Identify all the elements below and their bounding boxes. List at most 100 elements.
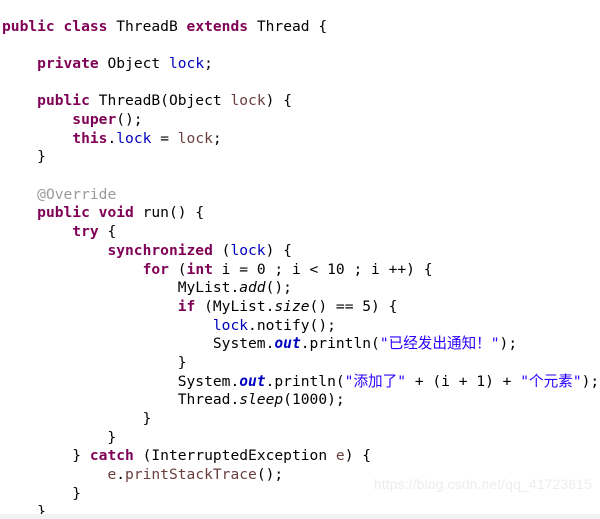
code-token-fld: lock bbox=[212, 316, 249, 334]
code-token-pln bbox=[2, 223, 72, 240]
code-token-pln bbox=[2, 130, 72, 147]
code-token-pln bbox=[90, 204, 99, 221]
code-token-kw: for bbox=[142, 260, 169, 278]
code-token-kw: public bbox=[37, 204, 90, 222]
code-token-pln: ) { bbox=[344, 447, 372, 465]
code-line: public class ThreadB extends Thread { bbox=[2, 18, 600, 37]
code-token-pln: ( bbox=[168, 260, 187, 278]
code-token-pln: () == 5) { bbox=[309, 297, 398, 315]
code-token-pln: { bbox=[98, 223, 117, 241]
code-token-par: printStackTrace bbox=[125, 466, 257, 484]
code-token-pln bbox=[2, 317, 213, 334]
code-token-par: e bbox=[335, 447, 345, 465]
code-token-str: "添加了" bbox=[344, 372, 407, 390]
code-line: } bbox=[2, 354, 600, 373]
code-line: MyList.add(); bbox=[2, 279, 600, 298]
code-line: private Object lock; bbox=[2, 55, 600, 74]
code-token-pln: } bbox=[2, 428, 117, 446]
code-token-mth: sleep bbox=[239, 391, 284, 409]
code-token-kw: this bbox=[72, 129, 108, 147]
code-token-fldb: out bbox=[274, 335, 301, 353]
code-token-kw: catch bbox=[89, 447, 134, 465]
code-token-fld: lock bbox=[230, 241, 266, 259]
code-token-pln: (InterruptedException bbox=[133, 447, 336, 465]
code-token-pln: } bbox=[2, 353, 187, 371]
code-token-pln bbox=[2, 242, 107, 259]
code-token-pln: ( bbox=[212, 241, 231, 259]
code-token-pln: ); bbox=[499, 335, 518, 353]
code-surface: public class ThreadB extends Thread { pr… bbox=[0, 0, 600, 514]
code-token-kw: extends bbox=[186, 17, 249, 35]
code-line: try { bbox=[2, 223, 600, 242]
code-token-pln: .println( bbox=[265, 372, 345, 390]
code-line: } catch (InterruptedException e) { bbox=[2, 447, 600, 466]
code-token-fld: lock bbox=[168, 54, 205, 72]
code-token-pln: System. bbox=[2, 335, 275, 353]
code-token-pln: } bbox=[2, 503, 46, 514]
code-token-pln: .println( bbox=[300, 335, 380, 353]
code-token-pln: .notify(); bbox=[248, 316, 336, 334]
code-token-kw: super bbox=[72, 111, 117, 129]
code-token-pln: } bbox=[2, 410, 152, 428]
code-line: super(); bbox=[2, 111, 600, 130]
code-token-pln bbox=[2, 298, 178, 315]
code-token-pln bbox=[2, 55, 37, 72]
code-line: this.lock = lock; bbox=[2, 130, 600, 149]
code-token-kw: public bbox=[37, 92, 90, 110]
code-line: if (MyList.size() == 5) { bbox=[2, 298, 600, 317]
code-token-pln: System. bbox=[2, 372, 240, 390]
code-token-pln: . bbox=[107, 129, 117, 147]
code-token-pln: Object bbox=[98, 54, 169, 72]
code-token-pln bbox=[2, 466, 107, 483]
code-line: } bbox=[2, 503, 600, 514]
code-token-pln: Thread. bbox=[2, 391, 240, 409]
code-line: } bbox=[2, 485, 600, 504]
code-line: System.out.println("添加了" + (i + 1) + "个元… bbox=[2, 373, 600, 392]
code-token-par: lock bbox=[230, 92, 266, 110]
code-token-pln bbox=[2, 204, 37, 221]
code-token-kw: try bbox=[72, 223, 99, 241]
code-token-fld: lock bbox=[116, 129, 152, 147]
code-line: Thread.sleep(1000); bbox=[2, 391, 600, 410]
code-token-mth: size bbox=[274, 297, 310, 315]
code-line: } bbox=[2, 429, 600, 448]
code-token-kw: if bbox=[177, 297, 196, 315]
code-line: } bbox=[2, 148, 600, 167]
code-token-pln: (); bbox=[256, 466, 284, 484]
code-line: synchronized (lock) { bbox=[2, 242, 600, 261]
code-token-kw: private bbox=[37, 54, 99, 72]
code-token-pln bbox=[2, 186, 37, 203]
code-token-par: lock bbox=[177, 129, 213, 147]
code-token-mth: add bbox=[239, 279, 266, 297]
code-token-pln: ; bbox=[212, 129, 222, 147]
code-token-pln: (); bbox=[265, 279, 292, 297]
code-line: System.out.println("已经发出通知！"); bbox=[2, 335, 600, 354]
code-token-pln bbox=[2, 261, 143, 278]
code-block[interactable]: public class ThreadB extends Thread { pr… bbox=[2, 18, 600, 514]
code-token-pln: ) { bbox=[265, 241, 292, 259]
code-token-pln: } bbox=[2, 447, 90, 465]
code-token-pln bbox=[2, 92, 37, 109]
code-line: public ThreadB(Object lock) { bbox=[2, 92, 600, 111]
code-token-str: "个元素" bbox=[520, 372, 582, 390]
code-token-pln: = bbox=[151, 129, 178, 147]
bottom-strip bbox=[0, 514, 600, 519]
code-token-pln: ThreadB bbox=[107, 17, 187, 35]
code-line: for (int i = 0 ; i < 10 ; i ++) { bbox=[2, 261, 600, 280]
code-token-pln: MyList. bbox=[2, 279, 240, 297]
code-token-pln: ) { bbox=[265, 92, 292, 110]
code-token-pln: . bbox=[116, 466, 126, 484]
code-token-fldb: out bbox=[239, 372, 266, 390]
code-token-pln: } bbox=[2, 484, 82, 502]
code-token-kw: synchronized bbox=[107, 241, 213, 259]
code-token-pln: } bbox=[2, 148, 46, 166]
code-line: } bbox=[2, 410, 600, 429]
code-token-pln: ThreadB(Object bbox=[89, 92, 231, 110]
code-token-kw: void bbox=[98, 204, 134, 222]
code-token-pln: Thread { bbox=[248, 17, 328, 35]
code-token-par: e bbox=[107, 466, 117, 484]
code-line: e.printStackTrace(); bbox=[2, 466, 600, 485]
code-token-kw: int bbox=[186, 260, 213, 278]
